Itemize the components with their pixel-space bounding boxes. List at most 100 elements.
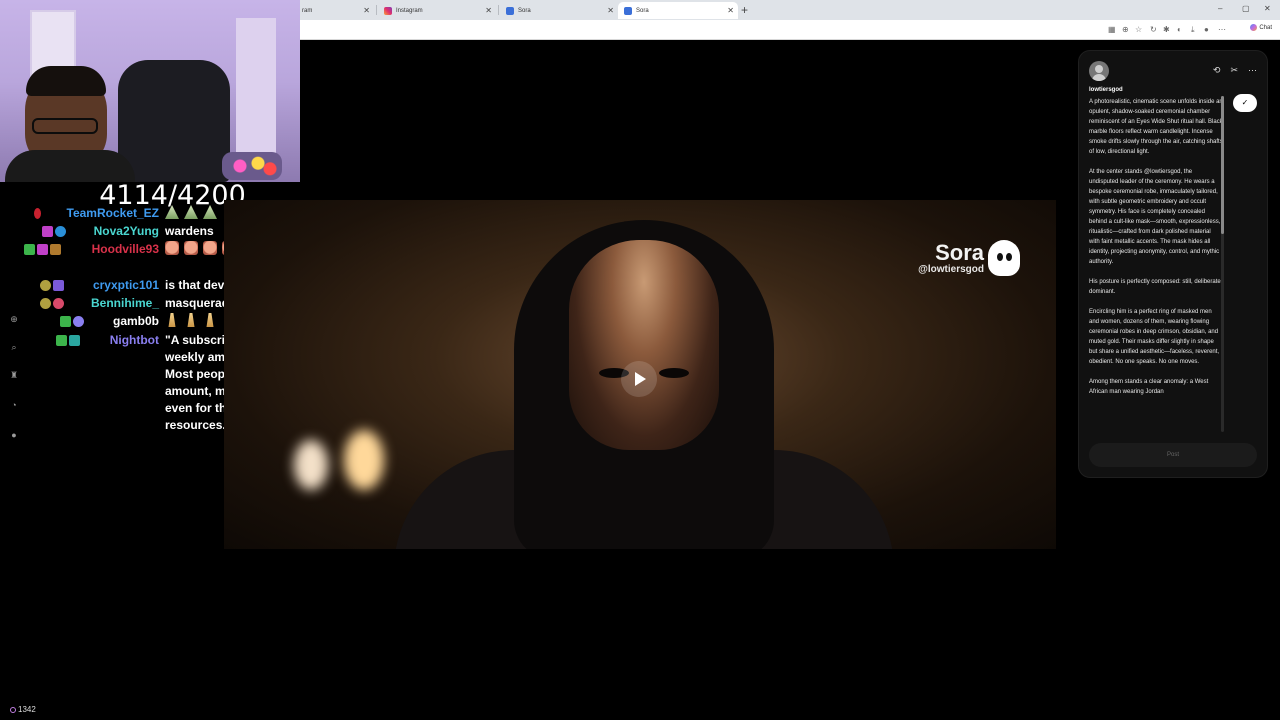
profile-icon[interactable]: ● (1204, 25, 1209, 34)
prompt-paragraph: His posture is perfectly composed: still… (1089, 279, 1223, 295)
minimize-button[interactable]: – (1218, 4, 1222, 13)
watermark-username: @lowtiersgod (918, 264, 984, 275)
prompt-description: A photorealistic, cinematic scene unfold… (1089, 97, 1223, 433)
tab-instagram[interactable]: Instagram ✕ (378, 2, 496, 19)
tab-label: Sora (636, 7, 649, 14)
badge-icon (40, 280, 51, 291)
badge-icon (53, 280, 64, 291)
badge-icon (50, 244, 61, 255)
mask-eye (659, 368, 689, 378)
post-username[interactable]: lowtiersgod (1089, 87, 1123, 93)
viewers-icon (10, 706, 16, 713)
close-icon[interactable]: ✕ (363, 6, 370, 15)
user-badges (40, 298, 64, 309)
screen: ram ✕ Instagram ✕ Sora ✕ Sora ✕ + – ▢ ✕ … (0, 0, 1280, 720)
chat-username[interactable]: Bennihime_ (91, 295, 159, 312)
sora-ghost-logo-icon (988, 240, 1020, 276)
close-icon[interactable]: ✕ (727, 6, 734, 15)
streamer-hair (26, 66, 106, 96)
tab-divider (376, 5, 377, 15)
badge-icon (69, 335, 80, 346)
chat-username[interactable]: cryxptic101 (93, 277, 159, 294)
instagram-icon (384, 6, 392, 15)
video-player[interactable]: Sora @lowtiersgod (224, 200, 1056, 549)
tab-sora-active[interactable]: Sora ✕ (618, 2, 738, 19)
tab-label: ram (302, 7, 313, 14)
prompt-paragraph: At the center stands @lowtiersgod, the u… (1089, 169, 1221, 265)
close-icon[interactable]: ✕ (607, 6, 614, 15)
panel-actions: ⟲ ✂ ⋯ (1213, 65, 1257, 76)
tab-label: Sora (518, 7, 531, 14)
candle-light (344, 430, 384, 490)
close-window-button[interactable]: ✕ (1264, 4, 1271, 13)
badge-icon (55, 226, 66, 237)
chat-username[interactable]: Nightbot (110, 332, 159, 349)
tab-divider (498, 5, 499, 15)
streamer-body (5, 150, 135, 182)
badge-icon (42, 226, 53, 237)
menu-dots-icon[interactable]: ⋯ (1218, 25, 1226, 34)
badge-icon (37, 244, 48, 255)
zoom-icon[interactable]: ⊕ (1122, 25, 1129, 34)
extension-icon[interactable]: ◐ (1177, 25, 1182, 34)
badge-icon (24, 244, 35, 255)
watermark-title: Sora (935, 240, 984, 265)
remix-icon[interactable]: ⟲ (1213, 65, 1221, 76)
tab-label: Instagram (396, 7, 423, 14)
prompt-paragraph: A photorealistic, cinematic scene unfold… (1089, 99, 1223, 155)
refresh-icon[interactable]: ↻ (1150, 25, 1157, 34)
chat-username[interactable]: gamb0b (113, 313, 159, 330)
badge-icon (34, 208, 41, 219)
extensions-icon[interactable]: ▦ (1108, 25, 1116, 34)
play-button[interactable] (621, 361, 657, 397)
sora-watermark: Sora @lowtiersgod (900, 240, 1020, 280)
close-icon[interactable]: ✕ (485, 6, 492, 15)
praying-hands-emote (206, 313, 214, 327)
check-button[interactable]: ✓ (1233, 94, 1257, 112)
praying-hands-emote (168, 313, 176, 327)
user-badges (24, 244, 61, 255)
badge-icon (40, 298, 51, 309)
plush-toys (222, 152, 282, 180)
viewer-count-value: 1342 (18, 705, 36, 714)
scissors-icon[interactable]: ✂ (1230, 65, 1238, 76)
user-badges (42, 226, 66, 237)
illuminati-emote (184, 205, 198, 219)
viewer-count: 1342 (10, 705, 36, 714)
search-icon[interactable]: ⌕ (8, 342, 20, 354)
trophy-icon[interactable]: ♜ (8, 370, 20, 382)
candle-light (294, 440, 328, 490)
sora-icon (624, 6, 632, 15)
chat-username[interactable]: TeamRocket_EZ (67, 205, 159, 222)
illuminati-emote (203, 205, 217, 219)
chat-button[interactable]: Chat (1250, 24, 1272, 31)
badge-icon (60, 316, 71, 327)
badge-icon (53, 298, 64, 309)
webcam-door (236, 18, 276, 158)
badge-icon (73, 316, 84, 327)
illuminati-emote (165, 205, 179, 219)
scrollbar-thumb[interactable] (1221, 96, 1224, 234)
more-options-icon[interactable]: ⋯ (1248, 65, 1257, 76)
chat-username[interactable]: Hoodville93 (92, 241, 159, 258)
chat-icon (1250, 24, 1258, 31)
download-icon[interactable]: ⤓ (1191, 25, 1195, 35)
gaming-chair (118, 60, 230, 182)
user-badges (40, 280, 64, 291)
chat-label: Chat (1259, 24, 1272, 31)
puzzle-icon[interactable]: ✱ (1163, 25, 1170, 34)
tab-sora[interactable]: Sora ✕ (500, 2, 618, 19)
bookmark-star-icon[interactable]: ☆ (1135, 25, 1142, 34)
chat-username[interactable]: Nova2Yung (94, 223, 159, 240)
bell-icon[interactable]: ◔ (8, 400, 20, 412)
home-icon[interactable]: ⊕ (8, 314, 20, 326)
user-badges (56, 335, 80, 346)
face-emote (184, 241, 198, 255)
avatar[interactable] (1089, 61, 1109, 81)
new-tab-button[interactable]: + (741, 3, 748, 17)
badge-icon (56, 335, 67, 346)
avatar-icon[interactable]: ● (8, 430, 20, 442)
praying-hands-emote (187, 313, 195, 327)
maximize-button[interactable]: ▢ (1242, 4, 1250, 13)
post-button[interactable]: Post (1089, 443, 1257, 467)
